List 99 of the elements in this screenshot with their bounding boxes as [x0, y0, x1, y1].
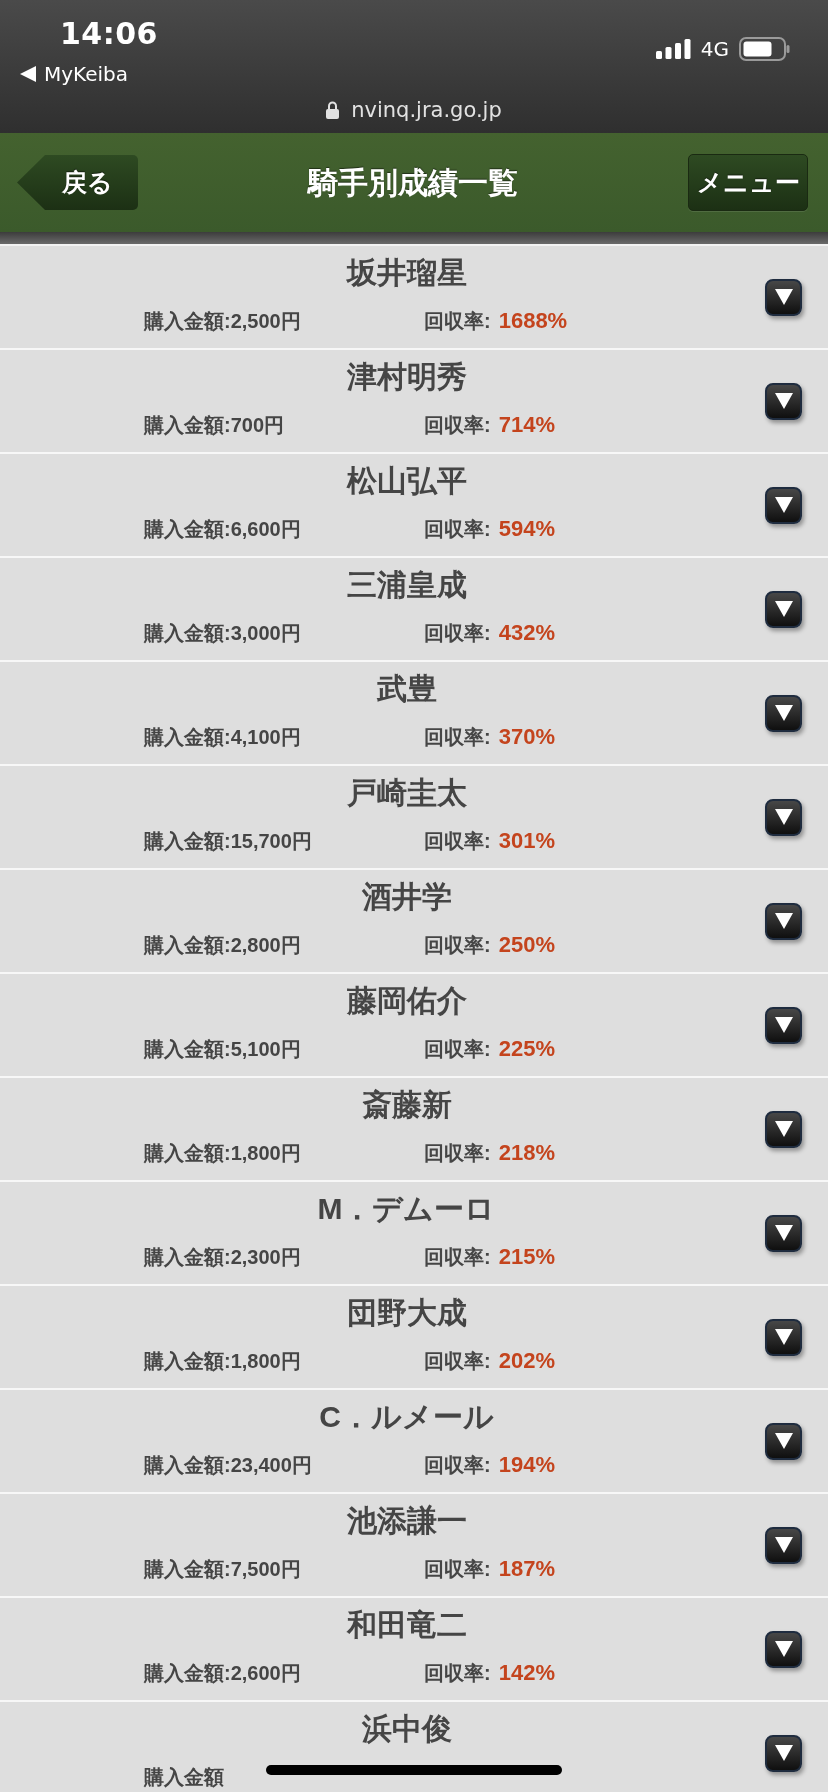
return-rate-value: 218%: [498, 1140, 555, 1166]
battery-icon: [739, 37, 790, 61]
caret-down-icon: [774, 1225, 793, 1241]
return-rate-label: 回収率:: [424, 1349, 491, 1374]
purchase-amount: 購入金額:1,800円: [144, 1349, 301, 1374]
status-time: 14:06: [60, 15, 158, 53]
return-rate-value: 432%: [498, 620, 555, 646]
purchase-amount: 購入金額:700円: [144, 413, 285, 438]
jockey-name: 松山弘平: [346, 463, 467, 499]
expand-button[interactable]: [765, 590, 802, 628]
return-rate-label: 回収率:: [424, 1245, 491, 1270]
expand-button[interactable]: [765, 1318, 802, 1356]
caret-down-icon: [774, 1329, 793, 1345]
return-rate-value: 187%: [498, 1556, 555, 1582]
caret-down-icon: [774, 497, 793, 513]
caret-down-icon: [774, 1745, 793, 1761]
return-rate-label: 回収率:: [424, 1661, 491, 1686]
purchase-amount: 購入金額:3,000円: [144, 621, 301, 646]
jockey-name: 酒井学: [361, 879, 452, 915]
jockey-name: 津村明秀: [346, 359, 467, 395]
return-rate-label: 回収率:: [424, 621, 491, 646]
jockey-name: 和田竜二: [346, 1607, 467, 1643]
return-rate-label: 回収率:: [424, 517, 491, 542]
expand-button[interactable]: [765, 1526, 802, 1564]
jockey-name: 浜中俊: [361, 1711, 452, 1747]
purchase-amount: 購入金額:23,400円: [144, 1453, 312, 1478]
return-rate-label: 回収率:: [424, 1141, 491, 1166]
purchase-amount: 購入金額:2,300円: [144, 1245, 301, 1270]
expand-button[interactable]: [765, 1734, 802, 1772]
caret-down-icon: [774, 393, 793, 409]
back-to-app-link[interactable]: MyKeiba: [20, 61, 129, 87]
return-rate-value: 250%: [498, 932, 555, 958]
jockey-name: 戸崎圭太: [346, 775, 467, 811]
signal-icon: [655, 39, 691, 59]
return-rate-value: 225%: [498, 1036, 555, 1062]
page-title: 騎手別成績一覧: [306, 164, 519, 201]
caret-down-icon: [774, 1641, 793, 1657]
return-rate-value: 142%: [498, 1660, 555, 1686]
expand-button[interactable]: [765, 486, 802, 524]
caret-down-icon: [774, 705, 793, 721]
caret-down-icon: [774, 809, 793, 825]
return-rate-label: 回収率:: [424, 933, 491, 958]
jockey-name: 藤岡佑介: [346, 983, 467, 1019]
return-rate-value: 202%: [498, 1348, 555, 1374]
return-rate-value: 194%: [498, 1452, 555, 1478]
caret-down-icon: [774, 1121, 793, 1137]
return-rate-value: 714%: [498, 412, 555, 438]
purchase-amount: 購入金額:7,500円: [144, 1557, 301, 1582]
jockey-name: 武豊: [376, 671, 437, 707]
network-type: 4G: [700, 37, 729, 61]
caret-down-icon: [774, 1537, 793, 1553]
caret-down-icon: [774, 1017, 793, 1033]
back-button[interactable]: 戻る: [17, 155, 138, 210]
expand-button[interactable]: [765, 1214, 802, 1252]
jockey-name: 斎藤新: [361, 1087, 452, 1123]
expand-button[interactable]: [765, 1110, 802, 1148]
expand-button[interactable]: [765, 1006, 802, 1044]
return-rate-value: 370%: [498, 724, 555, 750]
purchase-amount: 購入金額:6,600円: [144, 517, 301, 542]
url-bar[interactable]: nvinq.jra.go.jp: [326, 96, 502, 124]
back-triangle-icon: [20, 66, 36, 82]
return-rate-label: 回収率:: [424, 1453, 491, 1478]
purchase-amount: 購入金額:2,500円: [144, 309, 301, 334]
caret-down-icon: [774, 1433, 793, 1449]
caret-down-icon: [774, 601, 793, 617]
return-rate-label: 回収率:: [424, 829, 491, 854]
jockey-name: 三浦皇成: [346, 567, 467, 603]
return-rate-value: 1688%: [498, 308, 568, 334]
jockey-name: C．ルメール: [319, 1399, 494, 1435]
expand-button[interactable]: [765, 278, 802, 316]
purchase-amount: 購入金額:2,800円: [144, 933, 301, 958]
purchase-amount: 購入金額: [144, 1765, 224, 1790]
jockey-name: 池添謙一: [346, 1503, 467, 1539]
caret-down-icon: [774, 289, 793, 305]
purchase-amount: 購入金額:15,700円: [144, 829, 312, 854]
expand-button[interactable]: [765, 382, 802, 420]
expand-button[interactable]: [765, 902, 802, 940]
purchase-amount: 購入金額:5,100円: [144, 1037, 301, 1062]
lock-icon: [326, 101, 340, 119]
return-rate-label: 回収率:: [424, 309, 491, 334]
return-rate-label: 回収率:: [424, 725, 491, 750]
return-rate-label: 回収率:: [424, 1557, 491, 1582]
expand-button[interactable]: [765, 1630, 802, 1668]
expand-button[interactable]: [765, 694, 802, 732]
return-rate-label: 回収率:: [424, 1037, 491, 1062]
return-rate-value: 594%: [498, 516, 555, 542]
purchase-amount: 購入金額:2,600円: [144, 1661, 301, 1686]
expand-button[interactable]: [765, 798, 802, 836]
jockey-name: M．デムーロ: [317, 1191, 496, 1227]
menu-button[interactable]: メニュー: [688, 154, 808, 211]
return-rate-value: 301%: [498, 828, 555, 854]
expand-button[interactable]: [765, 1422, 802, 1460]
purchase-amount: 購入金額:1,800円: [144, 1141, 301, 1166]
purchase-amount: 購入金額:4,100円: [144, 725, 301, 750]
caret-down-icon: [774, 913, 793, 929]
jockey-name: 坂井瑠星: [346, 255, 467, 291]
jockey-name: 団野大成: [346, 1295, 467, 1331]
return-rate-value: 215%: [498, 1244, 555, 1270]
return-rate-label: 回収率:: [424, 413, 491, 438]
